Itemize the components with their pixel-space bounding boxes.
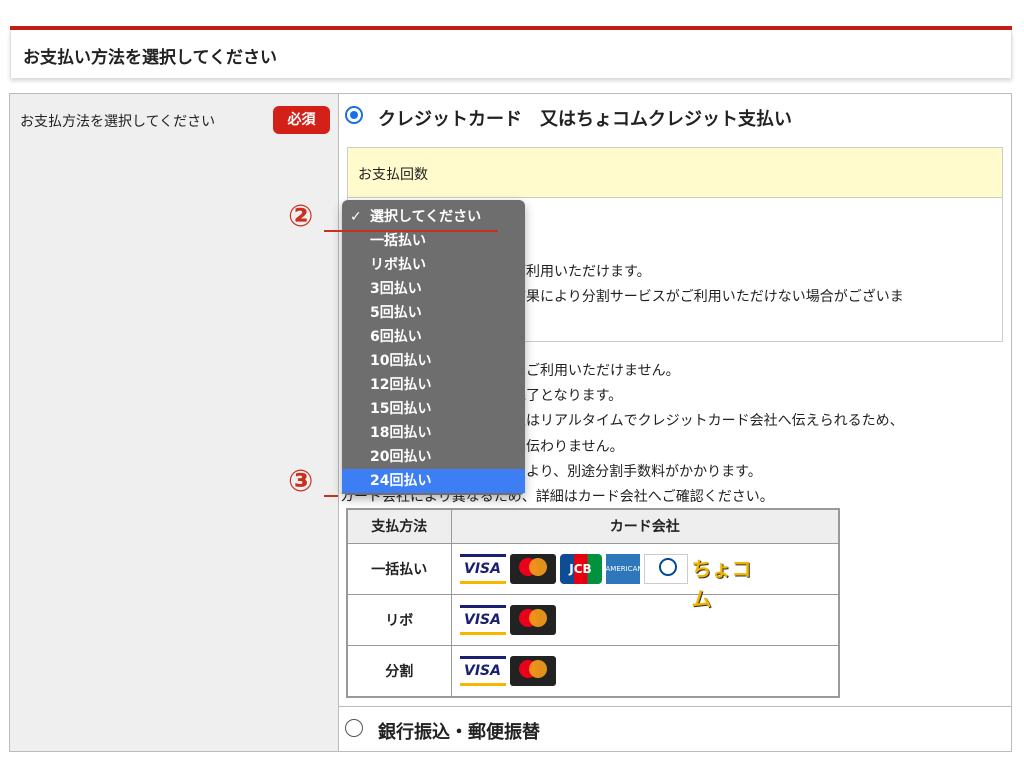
- callout-underline: [324, 230, 498, 232]
- jcb-logo-icon: JCB: [559, 553, 602, 584]
- table-cell-logos: VISA JCB AMERICAN EXPRESS ちょコム: [450, 542, 840, 611]
- visa-logo-icon: VISA: [459, 655, 506, 686]
- note-line: 完了となります。: [512, 388, 623, 404]
- note-line: により、別途分割手数料がかかります。: [512, 464, 762, 480]
- dropdown-option[interactable]: 15回払い: [342, 397, 525, 421]
- note-line: 報はリアルタイムでクレジットカード会社へ伝えられるため、: [512, 413, 904, 429]
- credit-card-option-label[interactable]: クレジットカード 又はちょコムクレジット支払い: [378, 105, 792, 131]
- dropdown-option[interactable]: ✓ 選択してください: [342, 205, 525, 229]
- dropdown-option[interactable]: 18回払い: [342, 421, 525, 445]
- mastercard-logo-icon: [509, 655, 556, 686]
- payment-method-label: お支払方法を選択してください: [20, 114, 216, 130]
- visa-logo-icon: VISA: [459, 604, 506, 635]
- table-cell-logos: VISA: [450, 644, 840, 698]
- installments-box-title: お支払回数: [347, 147, 1003, 198]
- bank-transfer-option-label[interactable]: 銀行振込・郵便振替: [378, 718, 540, 744]
- table-row: 一括払い VISA JCB AMERICAN EXPRESS ちょコム: [346, 542, 840, 611]
- diners-club-logo-icon: [643, 553, 688, 584]
- table-cell-method: 分割: [346, 644, 452, 698]
- dropdown-option[interactable]: 一括払い: [342, 229, 525, 253]
- installments-dropdown-menu[interactable]: ✓ 選択してください 一括払い リボ払い 3回払い 5回払い 6回払い 10回払い…: [342, 200, 525, 495]
- dropdown-option[interactable]: 5回払い: [342, 301, 525, 325]
- table-cell-method: 一括払い: [346, 542, 452, 595]
- table-row: リボ VISA: [346, 593, 840, 646]
- dropdown-option[interactable]: 20回払い: [342, 445, 525, 469]
- visa-logo-icon: VISA: [459, 553, 506, 584]
- note-line: はご利用いただけません。: [512, 363, 680, 379]
- dropdown-option[interactable]: 3回払い: [342, 277, 525, 301]
- table-row: 分割 VISA: [346, 644, 840, 698]
- table-header-method: 支払方法: [346, 508, 452, 544]
- note-line: ご利用いただけます。: [512, 264, 651, 280]
- checkmark-icon: ✓: [350, 209, 362, 225]
- dropdown-option[interactable]: リボ払い: [342, 253, 525, 277]
- row-divider: [339, 706, 1011, 707]
- card-company-table: 支払方法 カード会社 一括払い VISA JCB AMERICAN EXPRESS ち…: [346, 508, 840, 698]
- chocom-logo-icon: ちょコム: [691, 556, 752, 611]
- amex-logo-icon: AMERICAN EXPRESS: [605, 553, 643, 603]
- bank-transfer-radio[interactable]: [345, 719, 363, 737]
- callout-number-3: ③: [288, 464, 314, 499]
- dropdown-option-selected[interactable]: 24回払い: [342, 469, 525, 493]
- mastercard-logo-icon: [509, 553, 556, 584]
- table-header-company: カード会社: [450, 508, 840, 544]
- callout-underline: [324, 495, 338, 497]
- note-line: は伝わりません。: [512, 439, 624, 455]
- dropdown-option-label: 選択してください: [370, 209, 482, 225]
- table-cell-method: リボ: [346, 593, 452, 646]
- callout-number-2: ②: [288, 199, 314, 234]
- dropdown-option[interactable]: 10回払い: [342, 349, 525, 373]
- page-title: お支払い方法を選択してください: [10, 30, 1012, 78]
- required-badge: 必須: [273, 106, 330, 134]
- credit-card-radio[interactable]: [345, 106, 363, 124]
- dropdown-option[interactable]: 12回払い: [342, 373, 525, 397]
- note-line: 結果により分割サービスがご利用いただけない場合がございま: [512, 289, 904, 305]
- label-column: お支払方法を選択してください 必須: [10, 94, 339, 751]
- dropdown-option[interactable]: 6回払い: [342, 325, 525, 349]
- mastercard-logo-icon: [509, 604, 556, 635]
- table-cell-logos: VISA: [450, 593, 840, 646]
